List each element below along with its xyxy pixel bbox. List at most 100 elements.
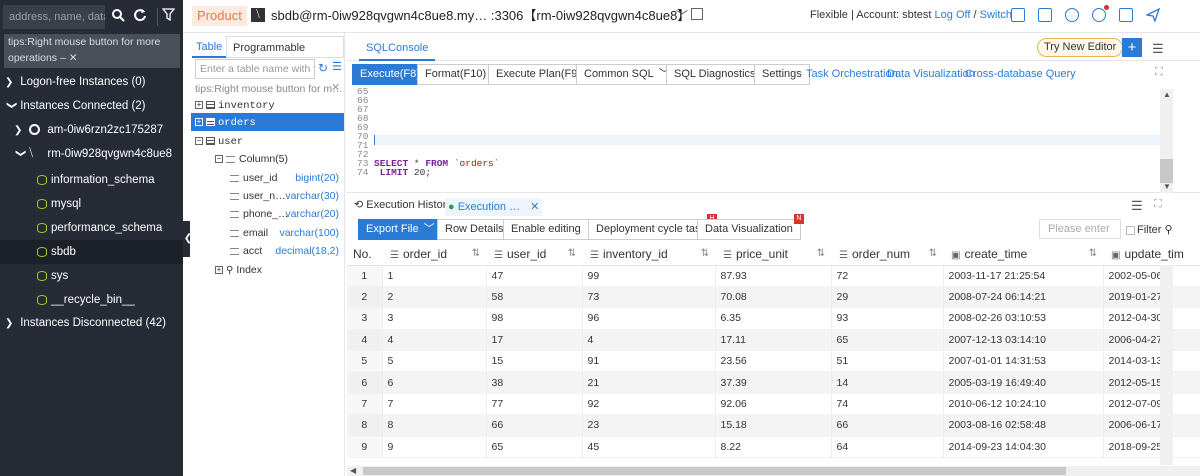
table-cell[interactable]: 2006-04-27 xyxy=(1103,329,1200,352)
table-cell[interactable]: 2010-06-12 10:24:10 xyxy=(943,393,1104,416)
sidebar-tips[interactable]: tips:Right mouse button for more operati… xyxy=(4,34,180,68)
table-cell[interactable]: 2012-04-30 xyxy=(1103,307,1200,330)
table-cell[interactable]: 38 xyxy=(486,371,583,394)
table-cell[interactable]: 1 xyxy=(382,265,487,287)
table-cell[interactable]: 2007-12-13 03:14:10 xyxy=(943,329,1104,352)
column-group[interactable]: − Column(5) xyxy=(215,150,288,168)
table-cell[interactable]: 64 xyxy=(831,436,944,459)
format-button[interactable]: Format(F10) xyxy=(417,64,495,85)
sort-icon[interactable]: ⇅ xyxy=(929,248,937,259)
scroll-left-icon[interactable]: ◀ xyxy=(350,466,356,475)
table-row[interactable]: 5 5 15 91 23.56 51 2007-01-01 14:31:53 2014-03-… xyxy=(347,350,1200,373)
table-cell[interactable]: 5 xyxy=(382,350,487,373)
instance-am[interactable]: ❯ am-0iw6rzn2zc175287 xyxy=(0,118,183,142)
tab-sqlconsole[interactable]: SQLConsole xyxy=(359,37,436,61)
chat-icon[interactable] xyxy=(1065,8,1079,22)
scroll-down-icon[interactable]: ▼ xyxy=(1163,182,1171,191)
db-recycle-bin[interactable]: __recycle_bin__ xyxy=(0,288,183,312)
table-cell[interactable]: 72 xyxy=(831,265,944,287)
table-item-inventory[interactable]: + inventory xyxy=(195,96,275,114)
column-header[interactable]: ☰ user_id ⇅ xyxy=(486,243,582,266)
table-cell[interactable]: 99 xyxy=(582,265,716,287)
close-icon[interactable]: ✕ xyxy=(331,81,340,94)
table-cell[interactable]: 2005-03-19 16:49:40 xyxy=(943,371,1104,394)
table-cell[interactable]: 45 xyxy=(582,436,716,459)
logoff-link[interactable]: Log Off xyxy=(935,9,971,21)
table-cell[interactable]: 7 xyxy=(382,393,487,416)
table-row[interactable]: 3 3 98 96 6.35 93 2008-02-26 03:10:53 2012-04-3… xyxy=(347,307,1200,330)
common-sql-dropdown[interactable]: Common SQL ﹀ xyxy=(576,64,677,85)
instance-rm[interactable]: ❯ ⧹ rm-0iw928qvgwn4c8ue8 xyxy=(0,142,183,166)
menu-icon[interactable]: ☰ xyxy=(1152,41,1164,57)
table-cell[interactable]: 65 xyxy=(486,436,583,459)
table-cell[interactable]: 2014-03-13 xyxy=(1103,350,1200,373)
menu-icon[interactable]: ☰ xyxy=(1131,198,1143,214)
column-item[interactable]: acct decimal(18,2) xyxy=(230,242,342,260)
send-icon[interactable] xyxy=(1144,7,1161,23)
table-cell[interactable]: 70.08 xyxy=(715,286,832,309)
table-cell[interactable]: 4 xyxy=(382,329,487,352)
table-cell[interactable]: 66 xyxy=(831,414,944,437)
tab-execution-result[interactable]: ● Execution … ✕ xyxy=(445,198,543,216)
table-cell[interactable]: 2003-08-16 02:58:48 xyxy=(943,414,1104,437)
grid-vertical-scrollbar[interactable] xyxy=(1160,265,1173,465)
copy-icon[interactable] xyxy=(691,8,703,20)
table-cell[interactable]: 2019-01-27 xyxy=(1103,286,1200,309)
connection-title[interactable]: sbdb@rm-0iw928qvgwn4c8ue8.my… :3306【rm-0… xyxy=(271,6,690,26)
grid-scroll-thumb[interactable] xyxy=(363,467,1066,475)
tab-execution-history[interactable]: ⟲ Execution History xyxy=(354,198,452,211)
grid-icon[interactable] xyxy=(1011,8,1025,22)
db-mysql[interactable]: mysql xyxy=(0,192,183,216)
table-cell[interactable]: 74 xyxy=(831,393,944,416)
table-cell[interactable]: 17 xyxy=(486,329,583,352)
table-cell[interactable]: 2012-07-09 xyxy=(1103,393,1200,416)
editor-scroll-thumb[interactable] xyxy=(1160,159,1173,183)
product-menu[interactable]: Product xyxy=(192,6,247,26)
column-header[interactable]: ☰ inventory_id ⇅ xyxy=(582,243,715,266)
search-icon[interactable] xyxy=(109,8,127,26)
table-row[interactable]: 9 9 65 45 8.22 64 2014-09-23 14:04:30 2018-09-2… xyxy=(347,436,1200,459)
table-cell[interactable]: 77 xyxy=(486,393,583,416)
table-cell[interactable]: 51 xyxy=(831,350,944,373)
column-header[interactable]: ☰ price_unit ⇅ xyxy=(715,243,831,266)
table-cell[interactable]: 91 xyxy=(582,350,716,373)
close-icon[interactable]: ✕ xyxy=(530,201,539,213)
table-cell[interactable]: 4 xyxy=(582,329,716,352)
fullscreen-icon[interactable]: ⛶ xyxy=(1155,66,1163,79)
fullscreen-icon[interactable]: ⛶ xyxy=(1154,198,1162,211)
table-cell[interactable]: 2 xyxy=(382,286,487,309)
group-disconnected[interactable]: ❯ Instances Disconnected (42) xyxy=(0,311,183,335)
table-cell[interactable]: 96 xyxy=(582,307,716,330)
notification-icon[interactable] xyxy=(1092,5,1109,22)
search-icon[interactable]: ⚲ xyxy=(1165,224,1173,236)
export-file-dropdown[interactable]: Export File ﹀ xyxy=(358,219,442,240)
monitor-icon[interactable] xyxy=(1038,8,1052,22)
sql-editor[interactable]: 65 66 67 68 69 70 71 72 73 74 SELECT * F… xyxy=(347,87,1200,193)
table-row[interactable]: 7 7 77 92 92.06 74 2010-06-12 10:24:10 2012-07-… xyxy=(347,393,1200,416)
table-cell[interactable]: 14 xyxy=(831,371,944,394)
table-cell[interactable]: 17.11 xyxy=(715,329,832,352)
table-row[interactable]: 1 1 47 99 87.93 72 2003-11-17 21:25:54 2002-05-… xyxy=(347,265,1200,287)
db-sys[interactable]: sys xyxy=(0,264,183,288)
table-item-orders[interactable]: + orders xyxy=(191,113,344,131)
table-cell[interactable]: 73 xyxy=(582,286,716,309)
instance-search-input[interactable] xyxy=(3,5,105,29)
table-row[interactable]: 2 2 58 73 70.08 29 2008-07-24 06:14:21 2019-01-… xyxy=(347,286,1200,309)
cross-database-query-link[interactable]: Cross-database Query xyxy=(965,68,1076,80)
table-cell[interactable]: 2014-09-23 14:04:30 xyxy=(943,436,1104,459)
table-cell[interactable]: 2008-07-24 06:14:21 xyxy=(943,286,1104,309)
table-cell[interactable]: 65 xyxy=(831,329,944,352)
column-item[interactable]: user_id bigint(20) xyxy=(230,169,342,187)
table-cell[interactable]: 47 xyxy=(486,265,583,287)
table-cell[interactable]: 93 xyxy=(831,307,944,330)
table-cell[interactable]: 29 xyxy=(831,286,944,309)
chevron-down-icon[interactable]: ﹀ xyxy=(676,7,688,24)
table-search-input[interactable] xyxy=(195,59,315,79)
group-logon-free[interactable]: ❯ Logon-free Instances (0) xyxy=(0,70,183,94)
filter-icon[interactable] xyxy=(157,8,176,26)
table-cell[interactable]: 23.56 xyxy=(715,350,832,373)
table-row[interactable]: 4 4 17 4 17.11 65 2007-12-13 03:14:10 2006-04-2… xyxy=(347,329,1200,352)
table-cell[interactable]: 21 xyxy=(582,371,716,394)
table-cell[interactable]: 6.35 xyxy=(715,307,832,330)
column-item[interactable]: email varchar(100) xyxy=(230,224,342,242)
